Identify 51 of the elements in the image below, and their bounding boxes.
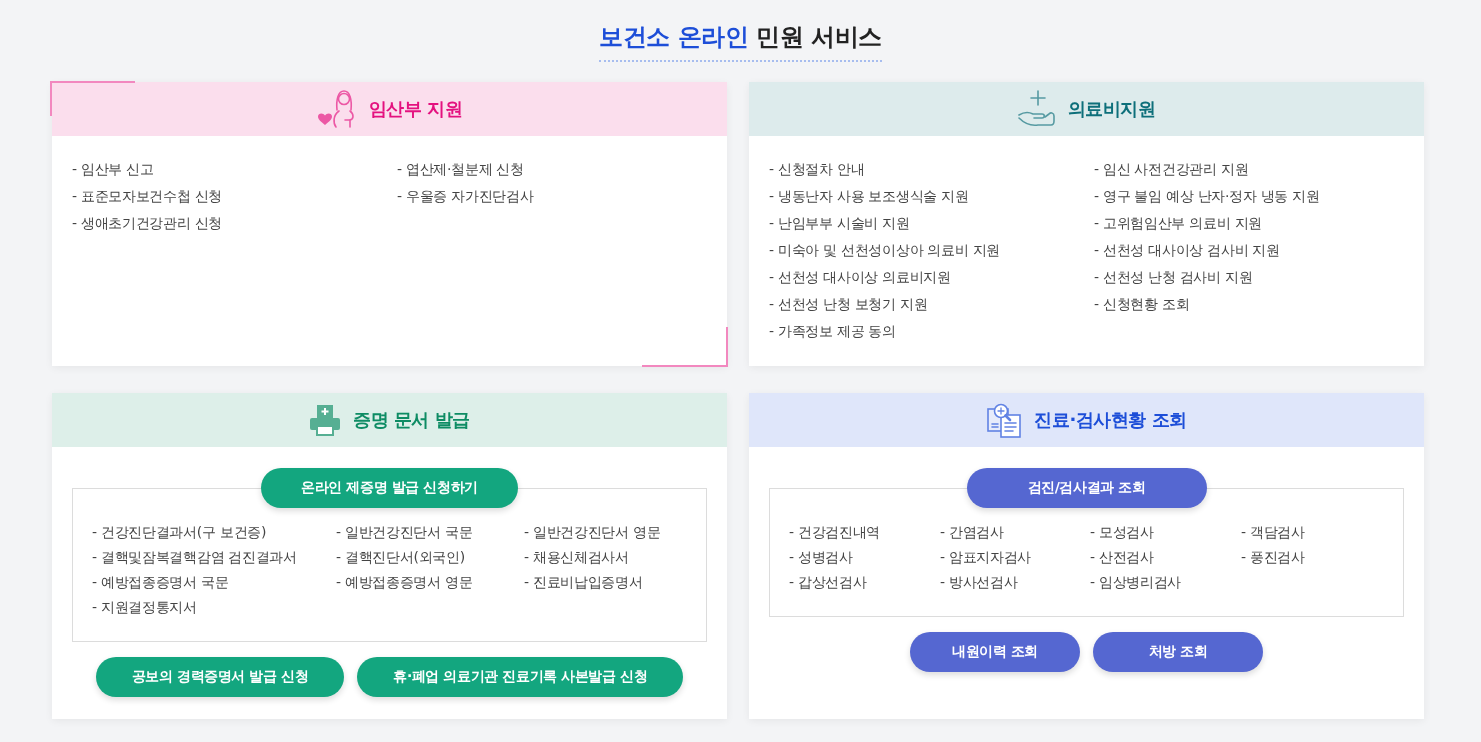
service-link[interactable]: - 간염검사 (940, 520, 1004, 545)
service-link[interactable]: - 결핵및잠복결핵감염 검진결과서 (92, 545, 297, 570)
service-link[interactable]: - 풍진검사 (1241, 545, 1305, 570)
service-link[interactable]: - 건강진단결과서(구 보건증) (92, 520, 267, 545)
service-link[interactable]: - 일반건강진단서 국문 (336, 520, 473, 545)
documents-magnifier-icon (986, 402, 1023, 438)
service-link[interactable]: - 모성검사 (1090, 520, 1154, 545)
service-link[interactable]: - 선천성 대사이상 검사비 지원 (1094, 237, 1280, 264)
service-link[interactable]: - 예방접종증명서 영문 (336, 570, 473, 595)
service-link[interactable]: - 예방접종증명서 국문 (92, 570, 229, 595)
service-link[interactable]: - 냉동난자 사용 보조생식술 지원 (769, 183, 969, 210)
service-link[interactable]: - 객담검사 (1241, 520, 1305, 545)
service-link[interactable]: - 우울증 자가진단검사 (397, 183, 534, 210)
service-link[interactable]: - 지원결정통지서 (92, 595, 197, 620)
service-link[interactable]: - 가족정보 제공 동의 (769, 318, 896, 345)
service-link[interactable]: - 방사선검사 (940, 570, 1018, 595)
service-link[interactable]: - 진료비납입증명서 (524, 570, 643, 595)
service-link[interactable]: - 미숙아 및 선천성이상아 의료비 지원 (769, 237, 1000, 264)
service-link[interactable]: - 난임부부 시술비 지원 (769, 210, 910, 237)
service-link[interactable]: - 선천성 난청 보청기 지원 (769, 291, 928, 318)
service-link[interactable]: - 결핵진단서(외국인) (336, 545, 465, 570)
service-link[interactable]: - 선천성 대사이상 의료비지원 (769, 264, 951, 291)
service-link[interactable]: - 임신 사전건강관리 지원 (1094, 156, 1249, 183)
service-link[interactable]: - 엽산제·철분제 신청 (397, 156, 524, 183)
service-link[interactable]: - 신청절차 안내 (769, 156, 865, 183)
service-link[interactable]: - 건강검진내역 (789, 520, 881, 545)
service-link[interactable]: - 갑상선검사 (789, 570, 867, 595)
card-title: 증명 문서 발급 (353, 408, 470, 432)
service-link[interactable]: - 성병검사 (789, 545, 853, 570)
service-link[interactable]: - 고위험임산부 의료비 지원 (1094, 210, 1262, 237)
service-link[interactable]: - 선천성 난청 검사비 지원 (1094, 264, 1253, 291)
page-title: 보건소 온라인 민원 서비스 (599, 22, 882, 62)
service-link[interactable]: - 산전검사 (1090, 545, 1154, 570)
card-title: 진료·검사현황 조회 (1034, 408, 1187, 432)
printer-icon (309, 404, 342, 436)
service-link[interactable]: - 암표지자검사 (940, 545, 1032, 570)
service-link[interactable]: - 생애초기건강관리 신청 (72, 210, 223, 237)
main-action-button[interactable]: 검진/검사결과 조회 (966, 468, 1207, 508)
action-button[interactable]: 내원이력 조회 (910, 632, 1080, 672)
service-link[interactable]: - 임상병리검사 (1090, 570, 1182, 595)
action-button[interactable]: 처방 조회 (1093, 632, 1263, 672)
service-link[interactable]: - 일반건강진단서 영문 (524, 520, 661, 545)
service-link[interactable]: - 신청현황 조회 (1094, 291, 1190, 318)
card-title: 임산부 지원 (368, 97, 463, 121)
card-title: 의료비지원 (1067, 97, 1156, 121)
hand-with-plus-icon (1017, 90, 1056, 128)
service-link[interactable]: - 채용신체검사서 (524, 545, 629, 570)
service-link[interactable]: - 임산부 신고 (72, 156, 154, 183)
service-link[interactable]: - 영구 불임 예상 난자·정자 냉동 지원 (1094, 183, 1320, 210)
service-link[interactable]: - 표준모자보건수첩 신청 (72, 183, 223, 210)
woman-with-heart-icon (316, 89, 357, 129)
